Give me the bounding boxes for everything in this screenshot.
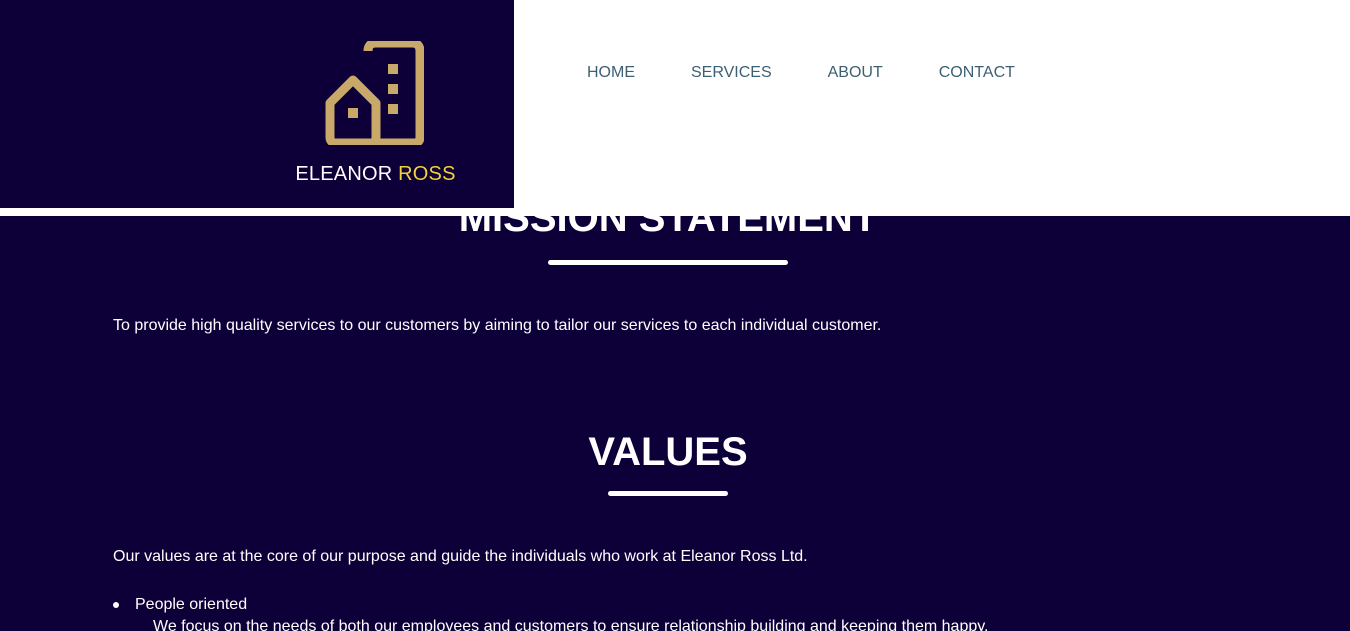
- values-list: People oriented We focus on the needs of…: [113, 596, 989, 631]
- brand-name-first: ELEANOR: [295, 163, 393, 185]
- page: ELEANOR ROSS HOME SERVICES ABOUT CONTACT…: [0, 0, 1350, 631]
- mission-title-underline: [548, 260, 788, 265]
- brand-block[interactable]: ELEANOR ROSS: [0, 0, 514, 208]
- values-title-underline: [608, 491, 728, 496]
- brand-name: ELEANOR ROSS: [0, 163, 751, 186]
- nav-contact[interactable]: CONTACT: [939, 64, 1015, 82]
- values-intro: Our values are at the core of our purpos…: [113, 548, 808, 565]
- bullet-icon: [113, 602, 119, 608]
- building-icon: [325, 41, 424, 145]
- values-title: VALUES: [588, 430, 748, 474]
- nav-home[interactable]: HOME: [587, 64, 635, 82]
- brand-name-last: ROSS: [398, 163, 456, 185]
- site-header: ELEANOR ROSS HOME SERVICES ABOUT CONTACT: [0, 0, 1350, 216]
- value-description: We focus on the needs of both our employ…: [153, 618, 989, 631]
- mission-text: To provide high quality services to our …: [113, 317, 882, 334]
- nav-services[interactable]: SERVICES: [691, 64, 772, 82]
- list-item: People oriented We focus on the needs of…: [113, 596, 989, 631]
- nav-about[interactable]: ABOUT: [828, 64, 883, 82]
- main-nav: HOME SERVICES ABOUT CONTACT: [587, 64, 1071, 82]
- value-label: People oriented: [135, 596, 248, 613]
